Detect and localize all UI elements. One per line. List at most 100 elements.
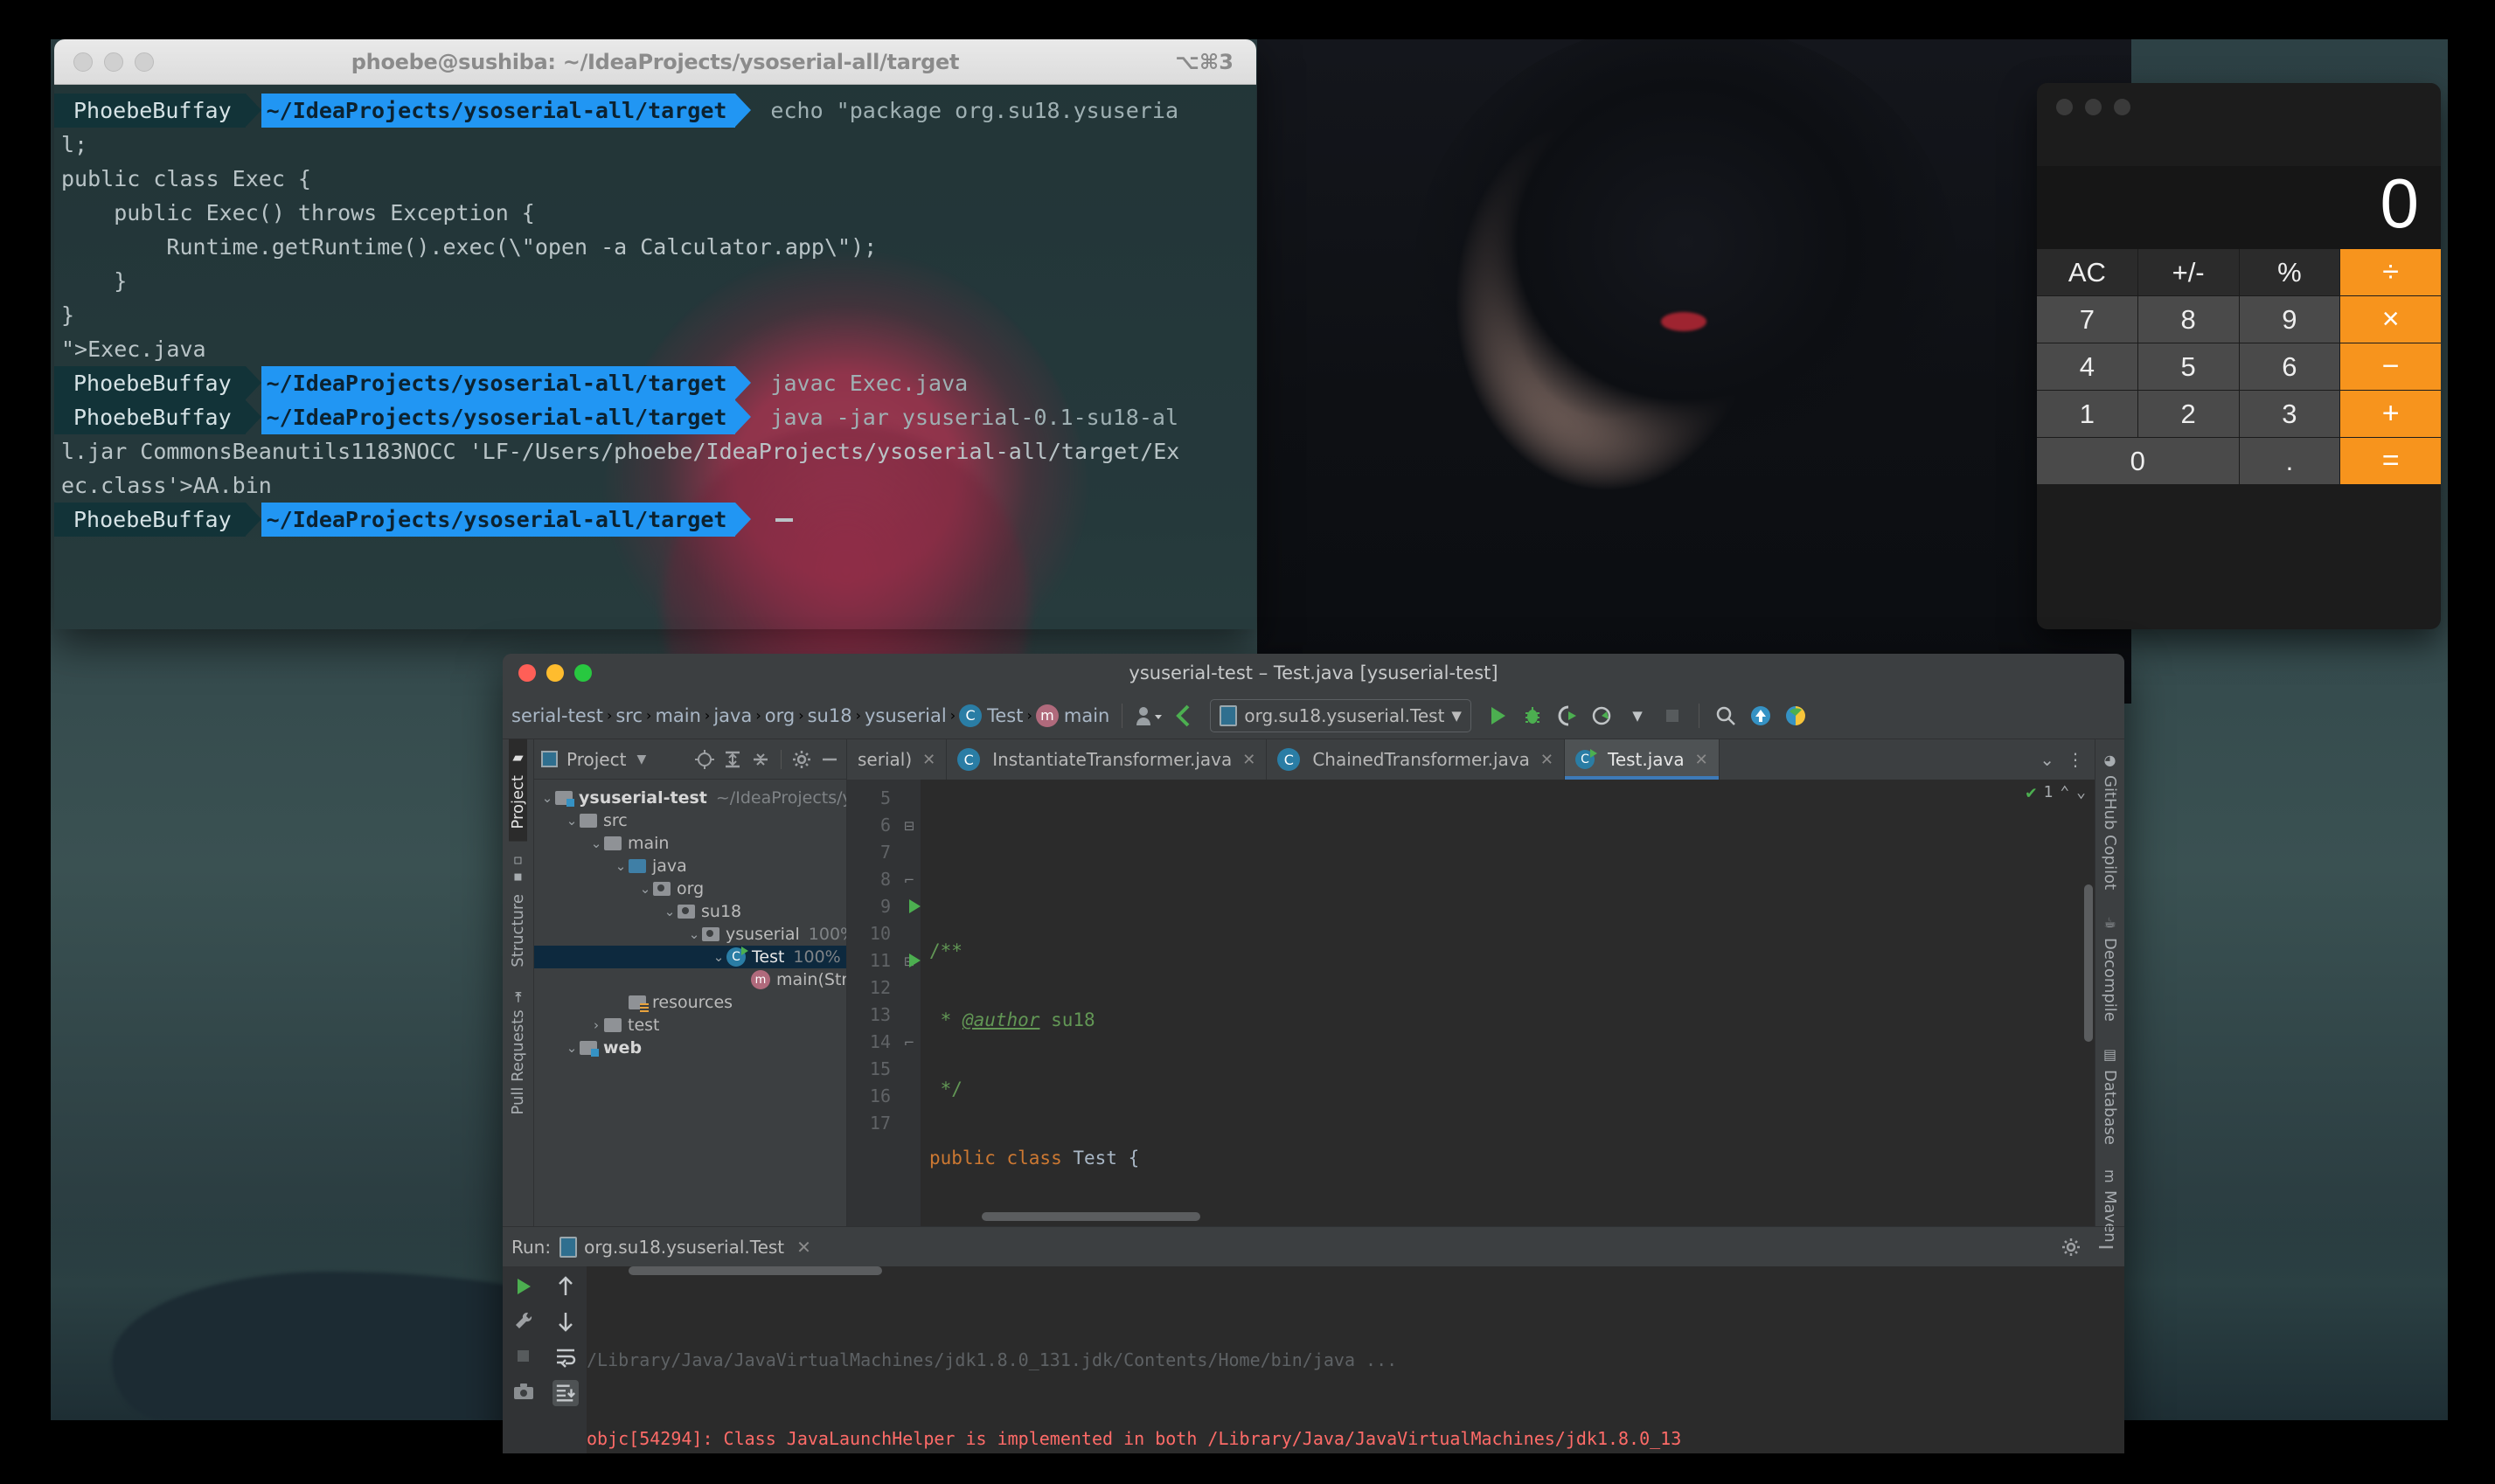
debug-button[interactable] bbox=[1515, 698, 1550, 733]
tree-node-web[interactable]: ⌄ web bbox=[534, 1037, 846, 1059]
run-panel-header[interactable]: Run: org.su18.ysuserial.Test ✕ bbox=[503, 1226, 2124, 1266]
scroll-up-button[interactable] bbox=[554, 1275, 577, 1298]
calculator-key-7[interactable]: 7 bbox=[2037, 296, 2137, 343]
project-panel-toolbar[interactable] bbox=[695, 750, 839, 769]
edit-configuration-button[interactable] bbox=[512, 1310, 535, 1333]
vcs-push-icon[interactable] bbox=[1743, 698, 1778, 733]
calculator-key-9[interactable]: 9 bbox=[2240, 296, 2340, 343]
calculator-window-controls[interactable] bbox=[2037, 83, 2441, 115]
calculator-key-2[interactable]: 2 bbox=[2138, 391, 2239, 437]
breadcrumb-item-main[interactable]: main bbox=[651, 705, 704, 726]
more-options-icon[interactable]: ⋮ bbox=[2067, 749, 2084, 770]
chevron-down-icon[interactable]: ⌄ bbox=[2040, 749, 2054, 770]
editor-area[interactable]: serial) ✕ C InstantiateTransformer.java … bbox=[847, 739, 2095, 1226]
sidebar-item-database[interactable]: ▤ Database bbox=[2101, 1034, 2119, 1157]
editor-tab-test[interactable]: C Test.java ✕ bbox=[1565, 739, 1720, 780]
intellij-window[interactable]: ysuserial-test – Test.java [ysuserial-te… bbox=[503, 654, 2124, 1453]
profile-button[interactable] bbox=[1585, 698, 1620, 733]
run-with-coverage-button[interactable] bbox=[1550, 698, 1585, 733]
minimize-panel-icon[interactable] bbox=[820, 750, 839, 769]
search-icon[interactable] bbox=[1708, 698, 1743, 733]
tree-node-test-folder[interactable]: › test bbox=[534, 1014, 846, 1037]
run-panel-tab[interactable]: org.su18.ysuserial.Test ✕ bbox=[559, 1237, 811, 1258]
inspection-next-icon[interactable]: ⌄ bbox=[2076, 783, 2086, 801]
chevron-down-icon[interactable]: ⌄ bbox=[613, 858, 629, 874]
chevron-down-icon[interactable]: ⌄ bbox=[686, 926, 702, 942]
close-icon[interactable]: ✕ bbox=[1540, 751, 1553, 769]
calculator-maximize-button[interactable] bbox=[2114, 99, 2130, 115]
expand-all-icon[interactable] bbox=[723, 750, 742, 769]
fold-marker-end[interactable]: ⌐ bbox=[898, 866, 921, 893]
breadcrumb-item-ysuserial[interactable]: ysuserial bbox=[861, 705, 950, 726]
calculator-key-4[interactable]: 4 bbox=[2037, 343, 2137, 390]
calculator-key-0[interactable]: 0 bbox=[2037, 438, 2239, 484]
calculator-minimize-button[interactable] bbox=[2085, 99, 2102, 115]
calculator-key-decimal[interactable]: . bbox=[2240, 438, 2340, 484]
tree-node-java[interactable]: ⌄ java bbox=[534, 855, 846, 877]
left-tool-rail[interactable]: Project ▰ Structure ▪▫ Pull Requests ⇥ bbox=[503, 739, 534, 1226]
calculator-key-1[interactable]: 1 bbox=[2037, 391, 2137, 437]
chevron-down-icon[interactable]: ⌄ bbox=[564, 813, 580, 829]
inspection-widget[interactable]: ✔ 1 ⌃ ⌄ bbox=[2026, 781, 2086, 802]
breadcrumb-item-org[interactable]: org bbox=[761, 705, 798, 726]
tree-node-ysuserial-test[interactable]: ⌄ ysuserial-test ~/IdeaProjects/ysuseria… bbox=[534, 787, 846, 809]
calculator-window[interactable]: 0 AC +/- % ÷ 7 8 9 × 4 5 6 − 1 2 3 + 0 .… bbox=[2037, 83, 2441, 629]
code-editor[interactable]: 5 6 7 8 9 10 11 12 13 14 15 16 17 bbox=[847, 780, 2095, 1226]
calculator-key-percent[interactable]: % bbox=[2240, 249, 2340, 295]
scroll-down-button[interactable] bbox=[554, 1310, 577, 1333]
chevron-down-icon[interactable]: ▼ bbox=[1620, 698, 1655, 733]
tree-node-su18[interactable]: ⌄ su18 bbox=[534, 900, 846, 923]
minimize-panel-icon[interactable] bbox=[2096, 1238, 2116, 1257]
editor-vertical-scrollbar[interactable] bbox=[2084, 884, 2093, 1042]
breadcrumb-item-method[interactable]: m main bbox=[1032, 704, 1113, 727]
tree-node-resources[interactable]: resources bbox=[534, 991, 846, 1014]
project-tree[interactable]: ⌄ ysuserial-test ~/IdeaProjects/ysuseria… bbox=[534, 780, 846, 1226]
user-avatar-icon[interactable] bbox=[1131, 698, 1166, 733]
close-icon[interactable]: ✕ bbox=[1695, 751, 1708, 769]
editor-horizontal-scrollbar[interactable] bbox=[982, 1212, 1200, 1221]
calculator-close-button[interactable] bbox=[2056, 99, 2073, 115]
sidebar-item-structure[interactable]: Structure ▪▫ bbox=[509, 842, 527, 980]
gear-icon[interactable] bbox=[2061, 1238, 2081, 1257]
chevron-down-icon[interactable]: ⌄ bbox=[637, 881, 653, 897]
collapse-all-icon[interactable] bbox=[751, 750, 770, 769]
chevron-down-icon[interactable]: ⌄ bbox=[711, 949, 726, 965]
editor-tab-chained-transformer[interactable]: C ChainedTransformer.java ✕ bbox=[1267, 739, 1565, 780]
ide-titlebar[interactable]: ysuserial-test – Test.java [ysuserial-te… bbox=[503, 654, 2124, 692]
right-tool-rail[interactable]: ◕ GitHub Copilot ☕ Decompile ▤ Database … bbox=[2095, 739, 2124, 1226]
calculator-key-ac[interactable]: AC bbox=[2037, 249, 2137, 295]
calculator-key-plus[interactable]: + bbox=[2340, 391, 2441, 437]
breadcrumb-item-class[interactable]: C Test bbox=[956, 704, 1026, 727]
soft-wrap-button[interactable] bbox=[554, 1345, 577, 1368]
sidebar-item-project[interactable]: Project ▰ bbox=[509, 739, 527, 842]
sidebar-item-github-copilot[interactable]: ◕ GitHub Copilot bbox=[2101, 739, 2119, 902]
fold-marker-end[interactable]: ⌐ bbox=[898, 1029, 921, 1056]
vcs-update-icon[interactable] bbox=[1166, 698, 1201, 733]
console-horizontal-scrollbar[interactable] bbox=[629, 1266, 882, 1275]
project-tool-window[interactable]: Project ▼ bbox=[534, 739, 847, 1226]
run-console-body[interactable]: /Library/Java/JavaVirtualMachines/jdk1.8… bbox=[503, 1266, 2124, 1453]
locate-icon[interactable] bbox=[695, 750, 714, 769]
console-output[interactable]: /Library/Java/JavaVirtualMachines/jdk1.8… bbox=[587, 1266, 2124, 1453]
tree-node-ysuserial[interactable]: ⌄ ysuserial 100% classes, 10 bbox=[534, 923, 846, 946]
inspection-prev-icon[interactable]: ⌃ bbox=[2060, 783, 2069, 801]
close-icon[interactable]: ✕ bbox=[796, 1237, 811, 1258]
calculator-key-multiply[interactable]: × bbox=[2340, 296, 2441, 343]
calculator-key-minus[interactable]: − bbox=[2340, 343, 2441, 390]
chevron-down-icon[interactable]: ⌄ bbox=[539, 790, 555, 806]
breadcrumb-item-src[interactable]: src bbox=[612, 705, 646, 726]
run-gutter-icon[interactable] bbox=[909, 954, 921, 967]
calculator-key-6[interactable]: 6 bbox=[2240, 343, 2340, 390]
chevron-right-icon[interactable]: › bbox=[588, 1017, 604, 1033]
calculator-key-sign[interactable]: +/- bbox=[2138, 249, 2239, 295]
rerun-button[interactable] bbox=[512, 1275, 535, 1298]
run-panel-toolbar[interactable] bbox=[2061, 1238, 2116, 1257]
editor-tab-controls[interactable]: ⌄ ⋮ bbox=[2029, 739, 2095, 780]
calculator-key-5[interactable]: 5 bbox=[2138, 343, 2239, 390]
tree-node-src[interactable]: ⌄ src bbox=[534, 809, 846, 832]
console-left-toolbar[interactable] bbox=[503, 1266, 545, 1453]
sidebar-item-pull-requests[interactable]: Pull Requests ⇥ bbox=[509, 979, 527, 1127]
breadcrumb-item-java[interactable]: java bbox=[710, 705, 755, 726]
sidebar-item-decompile[interactable]: ☕ Decompile bbox=[2101, 902, 2119, 1034]
terminal-window[interactable]: phoebe@sushiba: ~/IdeaProjects/ysoserial… bbox=[54, 39, 1256, 629]
